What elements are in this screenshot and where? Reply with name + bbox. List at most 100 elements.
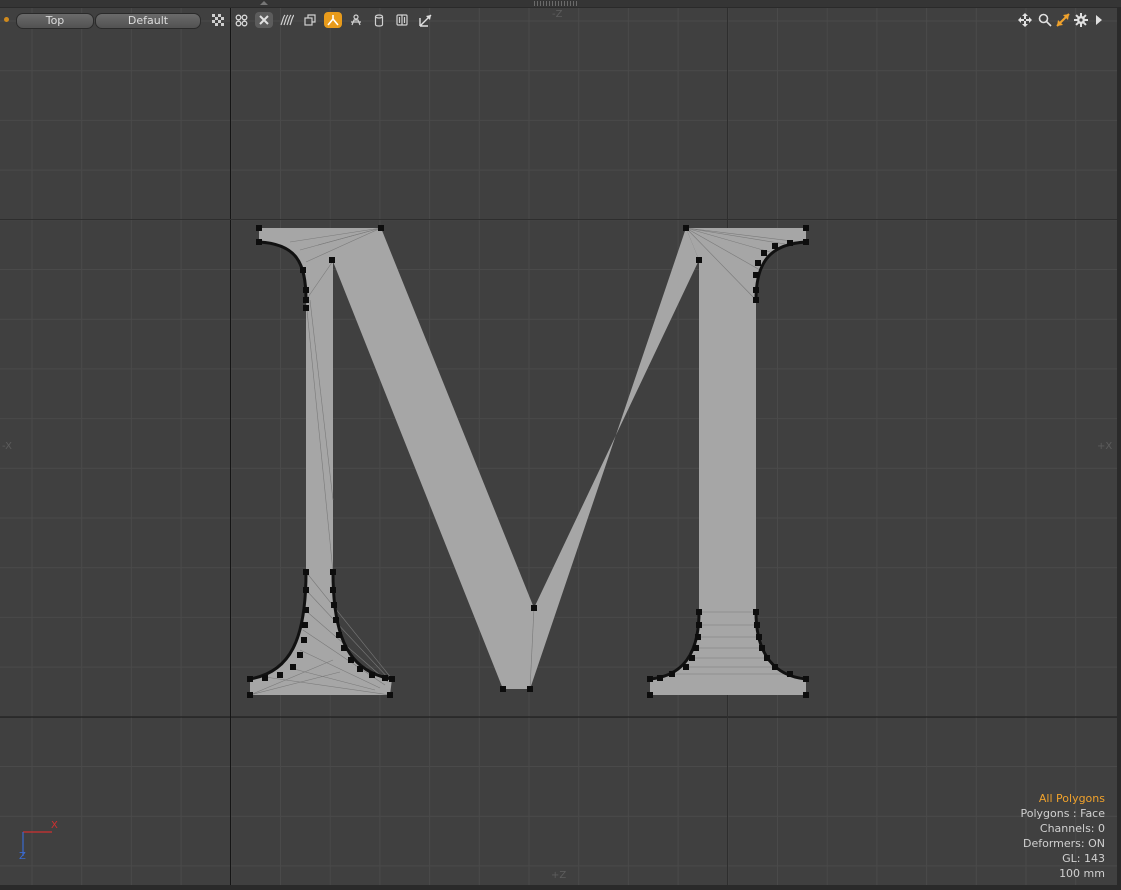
left-diagonal-polygon [332,228,534,689]
move-view-icon[interactable] [1016,11,1034,29]
view-type-button[interactable]: Top [16,13,94,29]
axis-label-left: -X [2,441,12,452]
mesh-vertex[interactable] [262,675,268,681]
letter-m-mesh[interactable] [247,225,809,698]
axis-label-bottom: +Z [551,870,567,881]
mesh-vertex[interactable] [695,634,701,640]
axis-label-right: +X [1097,441,1113,452]
mesh-vertex[interactable] [389,676,395,682]
fit-view-icon[interactable] [1054,11,1072,29]
channels-text: Channels: 0 [1039,822,1105,835]
cylinder-icon[interactable] [370,12,388,28]
mesh-vertex[interactable] [277,672,283,678]
viewport-bottom-edge [0,885,1121,890]
mesh-vertex[interactable] [803,676,809,682]
mesh-vertex[interactable] [787,240,793,246]
mesh-vertex[interactable] [348,657,354,663]
mesh-vertex[interactable] [803,692,809,698]
zoom-icon[interactable] [1036,11,1054,29]
grid-scale-text: 100 mm [1059,867,1105,880]
mesh-vertex[interactable] [303,305,309,311]
gizmo-x-label: X [51,820,58,831]
mesh-vertex[interactable] [755,260,761,266]
book-icon[interactable] [393,12,411,28]
mesh-vertex[interactable] [331,602,337,608]
deformers-text: Deformers: ON [1023,837,1105,850]
polygons-text: Polygons : Face [1020,807,1105,820]
mesh-vertex[interactable] [759,645,765,651]
mesh-vertex[interactable] [302,622,308,628]
viewport-canvas[interactable] [0,0,1121,890]
mesh-vertex[interactable] [387,692,393,698]
checker-icon[interactable] [209,12,227,28]
mesh-vertex[interactable] [803,225,809,231]
mesh-vertex[interactable] [297,652,303,658]
mesh-vertex[interactable] [290,664,296,670]
mesh-vertex[interactable] [500,686,506,692]
mesh-vertex[interactable] [330,569,336,575]
mesh-vertex[interactable] [683,225,689,231]
mesh-vertex[interactable] [753,272,759,278]
mesh-vertex[interactable] [647,692,653,698]
person-icon[interactable] [347,12,365,28]
mesh-vertex[interactable] [330,587,336,593]
render-icon[interactable] [232,12,250,28]
mesh-vertex[interactable] [669,671,675,677]
close-x-icon[interactable] [255,12,273,28]
mesh-vertex[interactable] [772,664,778,670]
viewport-right-edge [1117,7,1121,890]
mesh-vertex[interactable] [256,239,262,245]
mesh-vertex[interactable] [378,225,384,231]
measure-icon[interactable] [416,12,434,28]
mesh-vertex[interactable] [341,645,347,651]
mesh-vertex[interactable] [753,287,759,293]
mesh-vertex[interactable] [247,692,253,698]
gizmo-z-label: Z [19,851,26,862]
mesh-vertex[interactable] [756,634,762,640]
mesh-vertex[interactable] [303,569,309,575]
mesh-vertex[interactable] [683,664,689,670]
gl-count-text: GL: 143 [1062,852,1105,865]
mesh-vertex[interactable] [753,609,759,615]
mesh-vertex[interactable] [333,617,339,623]
selection-mode-text: All Polygons [1038,792,1105,805]
mesh-vertex[interactable] [803,239,809,245]
mesh-vertex[interactable] [369,672,375,678]
mesh-vertex[interactable] [382,675,388,681]
mesh-vertex[interactable] [696,257,702,263]
shading-style-button[interactable]: Default [95,13,201,29]
mesh-vertex[interactable] [303,607,309,613]
mesh-vertex[interactable] [300,267,306,273]
viewport-menu-dot[interactable] [4,17,9,22]
mesh-vertex[interactable] [772,243,778,249]
mesh-vertex[interactable] [647,676,653,682]
mesh-vertex[interactable] [696,609,702,615]
mesh-vertex[interactable] [531,605,537,611]
mesh-vertex[interactable] [303,297,309,303]
mesh-vertex[interactable] [754,622,760,628]
symmetry-icon[interactable] [324,12,342,28]
mesh-vertex[interactable] [527,686,533,692]
mesh-vertex[interactable] [303,587,309,593]
mesh-vertex[interactable] [689,655,695,661]
mesh-vertex[interactable] [693,645,699,651]
gear-icon[interactable] [1072,11,1090,29]
mesh-vertex[interactable] [336,632,342,638]
mesh-vertex[interactable] [303,287,309,293]
mesh-vertex[interactable] [301,637,307,643]
mesh-vertex[interactable] [256,225,262,231]
mesh-vertex[interactable] [787,671,793,677]
mesh-vertex[interactable] [329,257,335,263]
mesh-vertex[interactable] [764,655,770,661]
mesh-vertex[interactable] [357,666,363,672]
mesh-vertex[interactable] [761,250,767,256]
mesh-vertex[interactable] [247,676,253,682]
expand-arrow-icon[interactable] [1090,11,1108,29]
mesh-vertex[interactable] [657,675,663,681]
viewport-info-panel: All Polygons Polygons : Face Channels: 0… [1020,791,1105,881]
wave-icon[interactable] [278,12,296,28]
3d-viewport[interactable]: Top Default -Z +Z -X +X X Z All Polygons… [0,0,1121,890]
mesh-vertex[interactable] [753,297,759,303]
mesh-vertex[interactable] [696,622,702,628]
layers-icon[interactable] [301,12,319,28]
